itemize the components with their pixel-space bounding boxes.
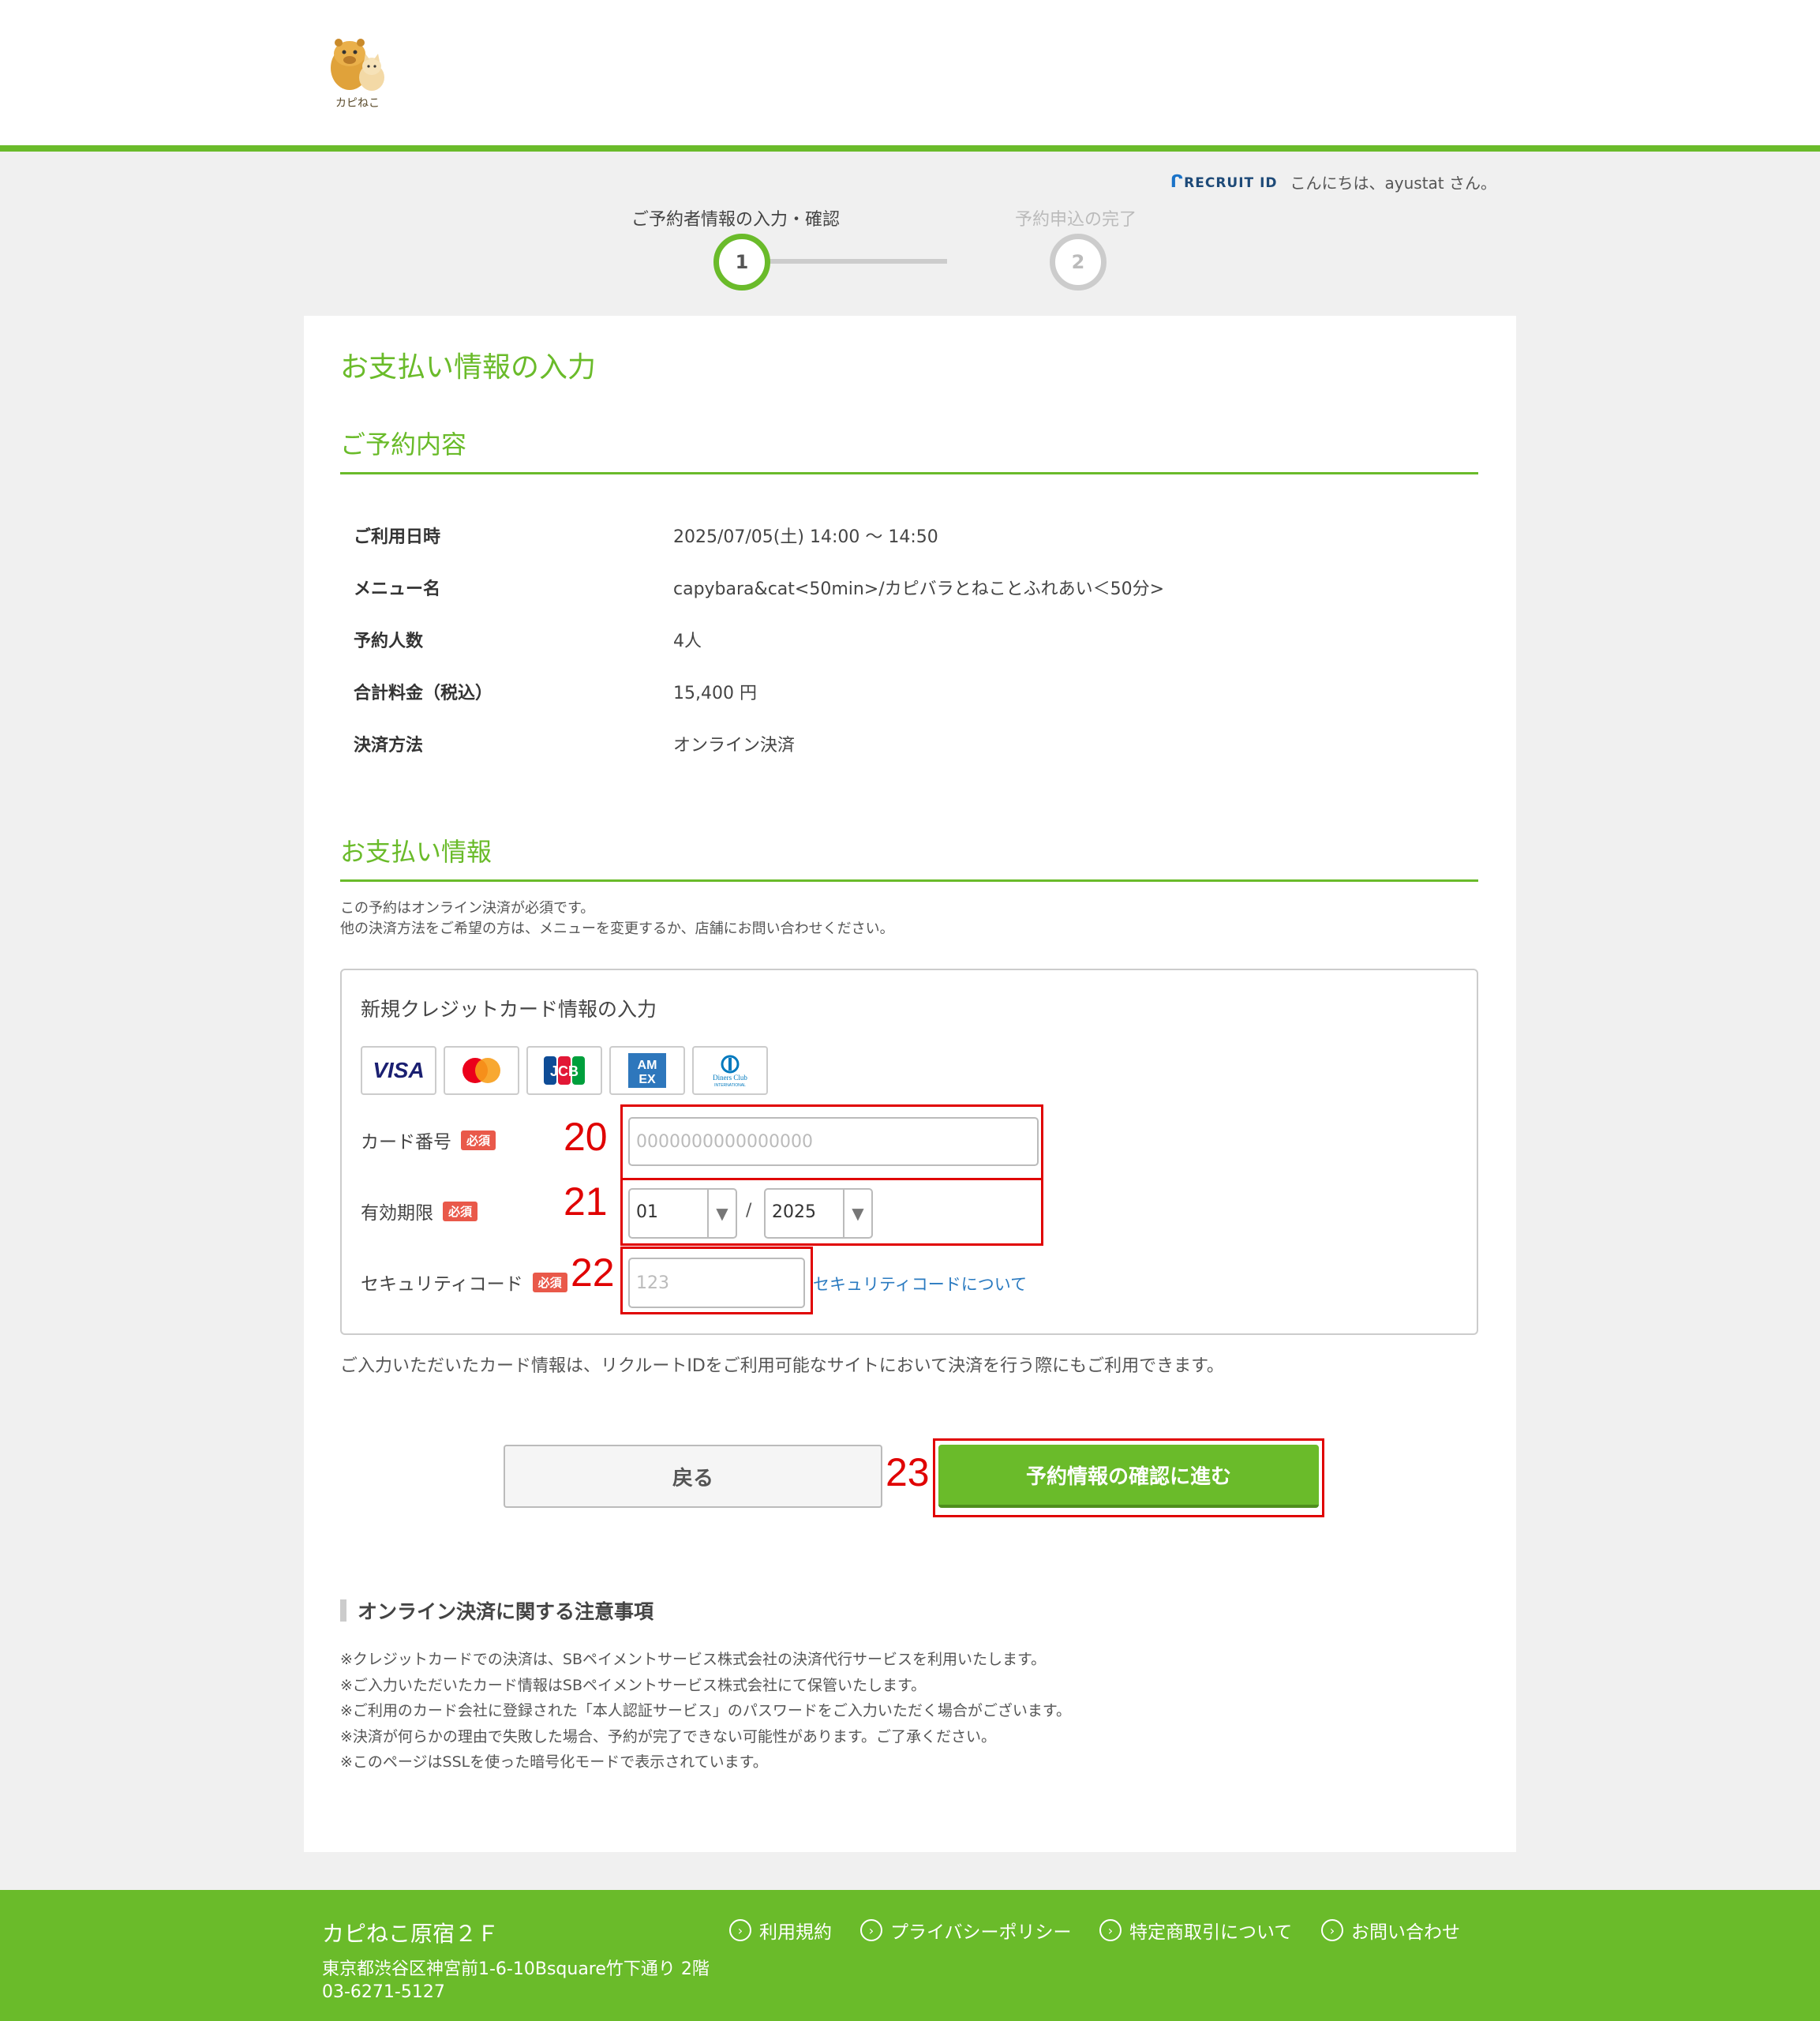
logo-text: カピねこ	[335, 97, 380, 110]
step-2-label: 予約申込の完了	[1015, 210, 1137, 230]
row-key: 予約人数	[354, 632, 424, 651]
notice-heading: オンライン決済に関する注意事項	[340, 1596, 653, 1625]
step-1-label: ご予約者情報の入力・確認	[631, 210, 841, 230]
footer-link-label: 利用規約	[759, 1922, 832, 1943]
card-save-note: ご入力いただいたカード情報は、リクルートIDをご利用可能なサイトにおいて決済を行…	[340, 1356, 1224, 1376]
step-connector	[742, 259, 947, 264]
user-greeting: ᒋRECRUIT ID こんにちは、ayustat さん。	[1170, 171, 1496, 193]
notice-list: ※クレジットカードでの決済は、SBペイメントサービス株式会社の決済代行サービスを…	[340, 1647, 1071, 1775]
footer-link-commerce[interactable]: › 特定商取引について	[1099, 1917, 1292, 1944]
footer-shop-name: カピねこ原宿２Ｆ	[322, 1921, 500, 1947]
card-number-label: カード番号 必須	[361, 1127, 496, 1153]
reservation-row: 予約人数 4人	[354, 627, 1459, 651]
notice-item: ※このページはSSLを使った暗号化モードで表示されています。	[340, 1753, 768, 1771]
svg-text:AM: AM	[638, 1059, 657, 1072]
heading-bar	[340, 1599, 346, 1622]
security-code-input[interactable]: 123	[628, 1258, 805, 1308]
required-badge: 必須	[532, 1272, 567, 1292]
reservation-row: 合計料金（税込） 15,400 円	[354, 679, 1459, 703]
notice-item: ※クレジットカードでの決済は、SBペイメントサービス株式会社の決済代行サービスを…	[340, 1651, 1047, 1668]
footer-link-label: お問い合わせ	[1351, 1922, 1460, 1943]
mastercard-icon	[444, 1046, 519, 1095]
dropdown-arrow-icon: ▼	[707, 1190, 736, 1237]
notice-heading-text: オンライン決済に関する注意事項	[358, 1600, 654, 1623]
row-value: capybara&cat<50min>/カピバラとねことふれあい＜50分>	[673, 579, 1165, 599]
chevron-right-icon: ›	[1099, 1919, 1122, 1941]
footer-link-label: 特定商取引について	[1129, 1922, 1293, 1943]
chevron-right-icon: ›	[860, 1919, 882, 1941]
jcb-icon: JCB	[526, 1046, 602, 1095]
progress-steps: ご予約者情報の入力・確認 予約申込の完了 1 2	[631, 205, 1144, 292]
main-content: お支払い情報の入力 ご予約内容 ご利用日時 2025/07/05(土) 14:0…	[304, 316, 1516, 1852]
label-text: カード番号	[361, 1132, 451, 1153]
annotation-21: 21	[564, 1179, 608, 1224]
footer-link-privacy[interactable]: › プライバシーポリシー	[860, 1917, 1072, 1944]
row-value: 2025/07/05(土) 14:00 ～ 14:50	[673, 527, 938, 547]
annotation-22: 22	[571, 1250, 615, 1295]
row-value: オンライン決済	[673, 736, 796, 756]
svg-text:EX: EX	[638, 1073, 656, 1086]
payment-heading: お支払い情報	[340, 832, 1478, 882]
diners-club-icon: Diners Club INTERNATIONAL	[692, 1046, 768, 1095]
footer-address: 東京都渋谷区神宮前1-6-10Bsquare竹下通り 2階	[322, 1959, 710, 1979]
notice-item: ※ご入力いただいたカード情報はSBペイメントサービス株式会社にて保管いたします。	[340, 1676, 927, 1694]
security-code-label: セキュリティコード 必須	[361, 1269, 567, 1295]
capybara-cat-icon	[331, 39, 384, 91]
chevron-right-icon: ›	[729, 1919, 751, 1941]
confirm-reservation-button[interactable]: 予約情報の確認に進む	[938, 1445, 1319, 1508]
dropdown-arrow-icon: ▼	[843, 1190, 871, 1237]
footer-link-label: プライバシーポリシー	[890, 1922, 1072, 1943]
expiry-label: 有効期限 必須	[361, 1198, 478, 1224]
reservation-heading: ご予約内容	[340, 425, 1478, 474]
select-value: 2025	[772, 1202, 816, 1222]
row-key: 決済方法	[354, 736, 424, 756]
reservation-row: メニュー名 capybara&cat<50min>/カピバラとねことふれあい＜5…	[354, 575, 1459, 599]
amex-icon: AM EX	[609, 1046, 685, 1095]
back-button[interactable]: 戻る	[504, 1445, 882, 1508]
label-text: 有効期限	[361, 1203, 433, 1224]
row-value: 15,400 円	[673, 684, 757, 703]
page-title: お支払い情報の入力	[340, 351, 597, 384]
capynеko-logo[interactable]: カピねこ	[320, 30, 395, 117]
row-key: メニュー名	[354, 579, 441, 599]
payment-note-line: 他の決済方法をご希望の方は、メニューを変更するか、店舗にお問い合わせください。	[340, 921, 894, 937]
security-code-help-link[interactable]: セキュリティコードについて	[813, 1272, 1027, 1295]
chevron-right-icon: ›	[1321, 1919, 1343, 1941]
card-number-input[interactable]: 0000000000000000	[628, 1117, 1039, 1166]
row-key: ご利用日時	[354, 527, 441, 547]
select-value: 01	[636, 1202, 658, 1222]
step-2-circle: 2	[1050, 234, 1107, 291]
footer-link-terms[interactable]: › 利用規約	[729, 1917, 832, 1944]
step-1-circle: 1	[713, 234, 770, 291]
footer-link-contact[interactable]: › お問い合わせ	[1321, 1917, 1460, 1944]
row-key: 合計料金（税込）	[354, 684, 493, 703]
payment-note-line: この予約はオンライン決済が必須です。	[340, 900, 595, 917]
required-badge: 必須	[461, 1130, 496, 1150]
annotation-23: 23	[886, 1450, 930, 1494]
site-footer: カピねこ原宿２Ｆ 東京都渋谷区神宮前1-6-10Bsquare竹下通り 2階 0…	[0, 1890, 1820, 2021]
recruit-id-logo[interactable]: ᒋRECRUIT ID	[1170, 172, 1278, 192]
expiry-separator: /	[746, 1201, 752, 1220]
svg-text:INTERNATIONAL: INTERNATIONAL	[714, 1083, 746, 1088]
notice-item: ※ご利用のカード会社に登録された「本人認証サービス」のパスワードをご入力いただく…	[340, 1702, 1072, 1719]
site-header: カピねこ	[0, 0, 1820, 152]
notice-item: ※決済が何らかの理由で失敗した場合、予約が完了できない可能性があります。ご了承く…	[340, 1727, 997, 1745]
reservation-row: ご利用日時 2025/07/05(土) 14:00 ～ 14:50	[354, 523, 1459, 547]
annotation-20: 20	[564, 1115, 608, 1159]
expiry-month-select[interactable]: 01 ▼	[628, 1188, 737, 1239]
label-text: セキュリティコード	[361, 1274, 523, 1295]
svg-text:JCB: JCB	[550, 1063, 579, 1079]
visa-icon: VISA	[361, 1046, 436, 1095]
credit-card-form: 新規クレジットカード情報の入力 VISA JCB AM EX Diners Clu…	[340, 969, 1478, 1335]
reservation-row: 決済方法 オンライン決済	[354, 731, 1459, 756]
form-title: 新規クレジットカード情報の入力	[361, 998, 657, 1021]
svg-text:Diners Club: Diners Club	[713, 1074, 747, 1082]
greeting-text: こんにちは、ayustat さん。	[1290, 174, 1496, 193]
expiry-year-select[interactable]: 2025 ▼	[764, 1188, 873, 1239]
footer-phone: 03-6271-5127	[322, 1982, 445, 2002]
required-badge: 必須	[443, 1201, 478, 1221]
payment-note: この予約はオンライン決済が必須です。 他の決済方法をご希望の方は、メニューを変更…	[340, 898, 894, 939]
row-value: 4人	[673, 632, 702, 651]
